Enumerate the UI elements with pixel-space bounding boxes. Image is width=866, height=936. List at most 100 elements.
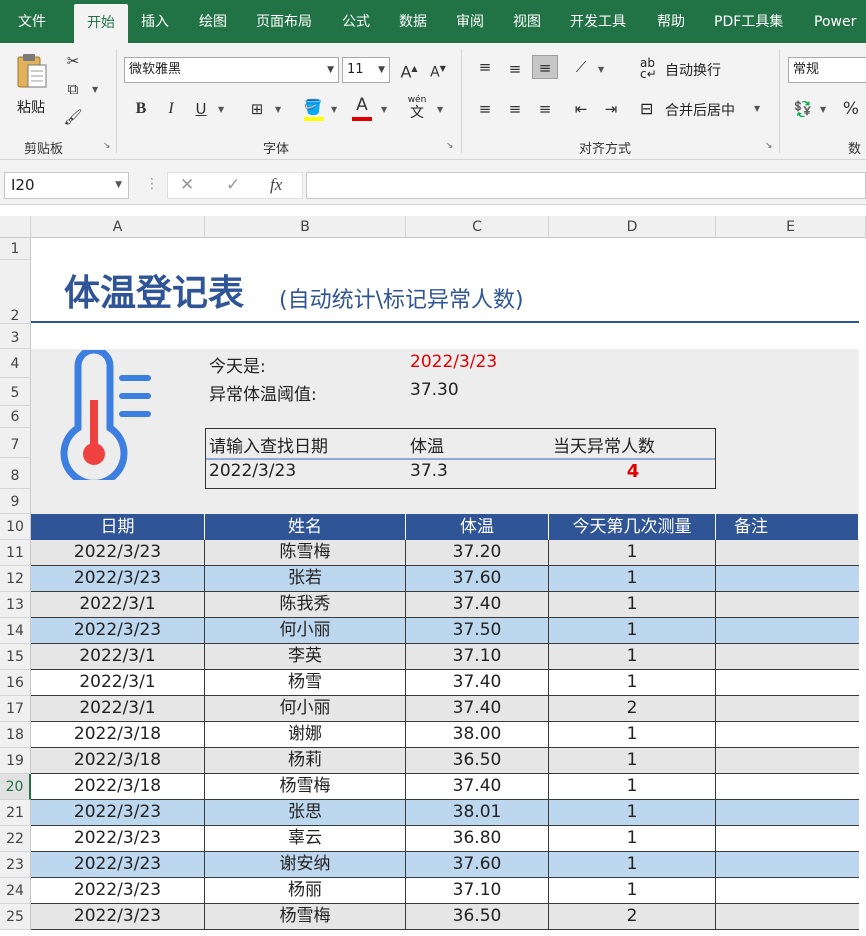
font-name-select[interactable]: 微软雅黑 ▼: [124, 57, 339, 83]
copy-icon[interactable]: ⧉: [60, 77, 86, 101]
wrap-text-button[interactable]: ab c↵ 自动换行: [640, 57, 770, 82]
align-right-icon[interactable]: ≡: [532, 97, 558, 121]
phonetic-guide-button[interactable]: wén 文: [404, 95, 430, 123]
row-header[interactable]: 14: [0, 618, 31, 644]
col-header-e[interactable]: E: [716, 216, 866, 238]
cell-notes[interactable]: [716, 540, 859, 565]
cell-notes[interactable]: [716, 748, 859, 773]
cell-name[interactable]: 杨丽: [205, 878, 406, 903]
tab-power[interactable]: Power: [814, 0, 856, 43]
row-header[interactable]: 12: [0, 566, 31, 592]
cell-name[interactable]: 杨雪梅: [205, 774, 406, 799]
cell-notes[interactable]: [716, 852, 859, 877]
row-header[interactable]: 3: [0, 324, 31, 349]
tab-data[interactable]: 数据: [399, 0, 427, 43]
row-header[interactable]: 22: [0, 826, 31, 852]
chevron-down-icon[interactable]: ▼: [218, 105, 224, 114]
row-header-active[interactable]: 20: [0, 774, 31, 800]
borders-icon[interactable]: ⊞: [244, 97, 270, 121]
cell-temp[interactable]: 37.10: [406, 878, 549, 903]
cell-notes[interactable]: [716, 722, 859, 747]
font-color-button[interactable]: A: [350, 95, 374, 123]
cell-temp[interactable]: 37.40: [406, 592, 549, 617]
tab-view[interactable]: 视图: [513, 0, 541, 43]
cell-date[interactable]: 2022/3/23: [31, 904, 205, 929]
cell-name[interactable]: 谢娜: [205, 722, 406, 747]
row-header[interactable]: 17: [0, 696, 31, 722]
tab-help[interactable]: 帮助: [657, 0, 685, 43]
chevron-down-icon[interactable]: ▼: [275, 105, 281, 114]
paste-button[interactable]: 粘贴: [12, 51, 58, 116]
col-header-c[interactable]: C: [406, 216, 549, 238]
cell-notes[interactable]: [716, 566, 859, 591]
copy-dropdown-icon[interactable]: ▼: [92, 85, 98, 94]
cell-date[interactable]: 2022/3/23: [31, 826, 205, 851]
cell-measure-count[interactable]: 2: [549, 696, 716, 721]
number-format-select[interactable]: 常规: [788, 57, 866, 83]
cell-notes[interactable]: [716, 592, 859, 617]
cell-temp[interactable]: 37.40: [406, 696, 549, 721]
cell-measure-count[interactable]: 1: [549, 618, 716, 643]
row-header[interactable]: 11: [0, 540, 31, 566]
cell-notes[interactable]: [716, 826, 859, 851]
row-header[interactable]: 8: [0, 458, 31, 489]
chevron-down-icon[interactable]: ▼: [598, 65, 604, 74]
cell-measure-count[interactable]: 1: [549, 800, 716, 825]
cell-measure-count[interactable]: 1: [549, 878, 716, 903]
tab-draw[interactable]: 绘图: [199, 0, 227, 43]
cell-name[interactable]: 陈雪梅: [205, 540, 406, 565]
cell-name[interactable]: 何小丽: [205, 696, 406, 721]
tab-formulas[interactable]: 公式: [342, 0, 370, 43]
cell-measure-count[interactable]: 1: [549, 826, 716, 851]
cell-measure-count[interactable]: 1: [549, 748, 716, 773]
col-header-b[interactable]: B: [205, 216, 406, 238]
tab-file[interactable]: 文件: [18, 0, 46, 43]
select-all-corner[interactable]: [0, 216, 31, 238]
cell-date[interactable]: 2022/3/18: [31, 748, 205, 773]
align-top-icon[interactable]: ≡: [472, 55, 498, 79]
tab-review[interactable]: 审阅: [456, 0, 484, 43]
cell-date[interactable]: 2022/3/1: [31, 644, 205, 669]
cell-name[interactable]: 杨莉: [205, 748, 406, 773]
row-header[interactable]: 9: [0, 489, 31, 514]
align-bottom-icon[interactable]: ≡: [532, 55, 558, 79]
fill-color-button[interactable]: 🪣: [302, 97, 324, 123]
cell-temp[interactable]: 36.80: [406, 826, 549, 851]
cell-name[interactable]: 李英: [205, 644, 406, 669]
cell-temp[interactable]: 38.01: [406, 800, 549, 825]
chevron-down-icon[interactable]: ▼: [437, 105, 443, 114]
lookup-temp-input[interactable]: 37.3: [410, 461, 448, 481]
insert-function-button[interactable]: fx: [270, 175, 282, 195]
formula-input[interactable]: [306, 172, 866, 199]
cell-name[interactable]: 杨雪: [205, 670, 406, 695]
cell-temp[interactable]: 37.20: [406, 540, 549, 565]
cell-notes[interactable]: [716, 644, 859, 669]
row-header[interactable]: 13: [0, 592, 31, 618]
row-header[interactable]: 4: [0, 349, 31, 378]
bold-button[interactable]: B: [128, 97, 154, 121]
cut-icon[interactable]: ✂: [60, 49, 86, 73]
underline-button[interactable]: U: [188, 97, 214, 121]
clipboard-launcher-icon[interactable]: ↘: [103, 141, 111, 151]
tab-home[interactable]: 开始: [74, 4, 128, 43]
cell-date[interactable]: 2022/3/1: [31, 592, 205, 617]
merge-center-button[interactable]: ⊟ 合并后居中 ▼: [640, 98, 770, 122]
cell-notes[interactable]: [716, 618, 859, 643]
orientation-icon[interactable]: ⟋: [568, 55, 594, 79]
cell-name[interactable]: 何小丽: [205, 618, 406, 643]
cell-date[interactable]: 2022/3/23: [31, 800, 205, 825]
row-header[interactable]: 19: [0, 748, 31, 774]
cell-name[interactable]: 张思: [205, 800, 406, 825]
cell-date[interactable]: 2022/3/23: [31, 566, 205, 591]
cancel-icon[interactable]: ✕: [180, 175, 194, 195]
row-header[interactable]: 7: [0, 428, 31, 458]
cell-notes[interactable]: [716, 904, 859, 929]
align-middle-icon[interactable]: ≡: [502, 57, 528, 81]
italic-button[interactable]: I: [158, 97, 184, 121]
cell-measure-count[interactable]: 1: [549, 566, 716, 591]
row-header[interactable]: 18: [0, 722, 31, 748]
cell-temp[interactable]: 36.50: [406, 904, 549, 929]
tab-pdf-tools[interactable]: PDF工具集: [714, 0, 783, 43]
row-header[interactable]: 21: [0, 800, 31, 826]
cell-name[interactable]: 杨雪梅: [205, 904, 406, 929]
